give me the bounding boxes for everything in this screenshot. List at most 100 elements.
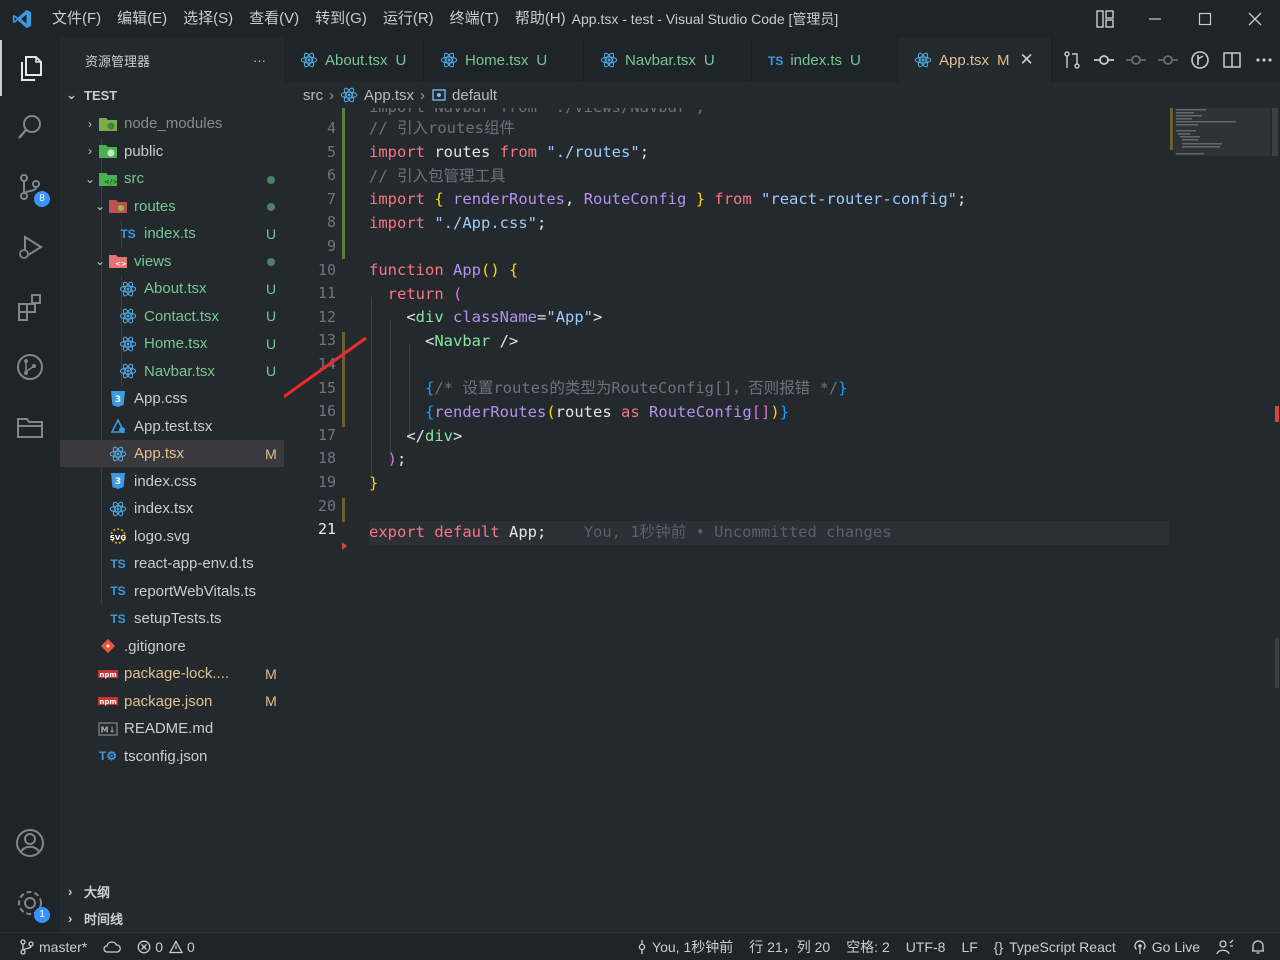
folder-item[interactable]: › node_modules [60,110,284,137]
extensions-icon[interactable] [0,279,60,335]
git-status-letter: M [265,693,277,709]
explorer-icon[interactable] [0,40,60,96]
menu-go[interactable]: 转到(G) [307,0,375,38]
workspace-root-header[interactable]: ⌄ TEST [60,82,284,108]
breadcrumb-file[interactable]: App.tsx [364,87,414,104]
code-line: function App() { [369,261,519,279]
react-icon [108,444,128,464]
breadcrumb-folder[interactable]: src [303,87,323,104]
problems-indicator[interactable]: 0 0 [129,933,203,960]
previous-commit-icon[interactable] [1120,44,1152,76]
outline-section-header[interactable]: › 大纲 [60,878,284,905]
file-item[interactable]: Contact.tsx U [60,303,284,330]
git-status-letter: U [265,363,277,379]
maximize-button[interactable] [1180,0,1230,38]
next-commit-icon[interactable] [1152,44,1184,76]
minimap[interactable] [1170,108,1270,168]
menu-help[interactable]: 帮助(H) [507,0,574,38]
menu-terminal[interactable]: 终端(T) [442,0,507,38]
file-item[interactable]: 3 index.css [60,468,284,495]
tab-home-tsx[interactable]: Home.tsx U [424,38,584,82]
file-item[interactable]: TS reportWebVitals.ts [60,578,284,605]
account-icon[interactable] [0,815,60,871]
close-window-button[interactable] [1230,0,1280,38]
tab-navbar-tsx[interactable]: Navbar.tsx U [584,38,752,82]
routes-folder-icon [108,196,128,216]
menu-edit[interactable]: 编辑(E) [109,0,175,38]
file-item[interactable]: Navbar.tsx U [60,358,284,385]
file-name: Navbar.tsx [144,362,215,380]
notifications-bell-icon[interactable] [1242,933,1280,960]
menu-file[interactable]: 文件(F) [44,0,109,38]
close-tab-icon[interactable]: ✕ [1020,50,1034,70]
tab-git-status: U [850,51,861,69]
react-icon [340,86,358,104]
indentation-setting[interactable]: 空格: 2 [838,933,898,960]
folder-item[interactable]: › public [60,138,284,165]
file-item[interactable]: SVG logo.svg [60,523,284,550]
file-item[interactable]: npm package-lock.... M [60,660,284,687]
project-manager-icon[interactable] [0,399,60,455]
file-item[interactable]: TS index.ts U [60,220,284,247]
react-icon [118,279,138,299]
file-item[interactable]: App.test.tsx [60,413,284,440]
feedback-icon[interactable] [1208,933,1242,960]
go-live-button[interactable]: Go Live [1124,933,1208,960]
search-icon[interactable] [0,99,60,155]
status-bar: master* 0 0 You, 1秒钟前 行 21，列 20 空格: 2 UT… [0,932,1280,960]
file-item[interactable]: Home.tsx U [60,330,284,357]
open-changes-icon[interactable] [1056,44,1088,76]
tab-app-tsx[interactable]: App.tsx M ✕ [898,38,1052,82]
blame-author: You, 1秒钟前 [652,938,734,955]
cursor-position[interactable]: 行 21，列 20 [741,933,838,960]
settings-gear-icon[interactable]: 1 [0,875,60,931]
vertical-scrollbar[interactable] [1266,108,1280,932]
tab-about-tsx[interactable]: About.tsx U [284,38,424,82]
tab-git-status: U [703,51,715,69]
eol-setting[interactable]: LF [953,933,985,960]
menu-view[interactable]: 查看(V) [241,0,307,38]
folder-item[interactable]: ⌄ <> views [60,248,284,275]
minimize-button[interactable] [1130,0,1180,38]
source-control-icon[interactable]: 8 [0,159,60,215]
git-commit-icon[interactable] [1088,44,1120,76]
folder-item[interactable]: ⌄ </> src [60,165,284,192]
file-item[interactable]: T⚙ tsconfig.json [60,743,284,770]
menu-run[interactable]: 运行(R) [375,0,442,38]
run-debug-icon[interactable] [0,219,60,275]
line-number: 8 [326,213,336,232]
file-item[interactable]: App.tsx M [60,440,284,467]
file-item[interactable]: TS setupTests.ts [60,605,284,632]
file-name: index.tsx [134,500,194,517]
gitlens-history-icon[interactable] [1184,44,1216,76]
file-item[interactable]: .gitignore [60,633,284,660]
chevron-right-icon: › [420,86,426,104]
file-item[interactable]: TS react-app-env.d.ts [60,550,284,577]
gutter-deleted-indicator [342,542,347,550]
test-icon [108,416,128,436]
chevron-right-icon: › [88,116,92,131]
code-editor[interactable]: import Navbar from "./views/Navbar"; 456… [284,108,1280,932]
file-item[interactable]: M↓ README.md [60,715,284,742]
file-item[interactable]: 3 App.css [60,385,284,412]
git-graph-icon[interactable] [0,339,60,395]
chevron-right-icon: › [329,86,334,104]
language-mode[interactable]: {} TypeScript React [986,933,1124,960]
encoding-setting[interactable]: UTF-8 [898,933,954,960]
timeline-section-header[interactable]: › 时间线 [60,905,284,932]
tab-index-ts[interactable]: TS index.ts U [752,38,898,82]
menu-selection[interactable]: 选择(S) [175,0,241,38]
chevron-down-icon: ⌄ [66,87,77,102]
layout-toggle-icon[interactable] [1080,0,1130,38]
file-item[interactable]: About.tsx U [60,275,284,302]
breadcrumb-symbol[interactable]: default [452,87,497,104]
file-item[interactable]: npm package.json M [60,688,284,715]
sync-button[interactable] [95,933,129,960]
branch-indicator[interactable]: master* [0,933,95,960]
file-item[interactable]: index.tsx [60,495,284,522]
more-actions-icon[interactable] [1248,44,1280,76]
split-editor-icon[interactable] [1216,44,1248,76]
folder-item[interactable]: ⌄ routes [60,193,284,220]
git-blame-status[interactable]: You, 1秒钟前 [629,933,741,960]
explorer-more-button[interactable]: ··· [253,53,266,68]
